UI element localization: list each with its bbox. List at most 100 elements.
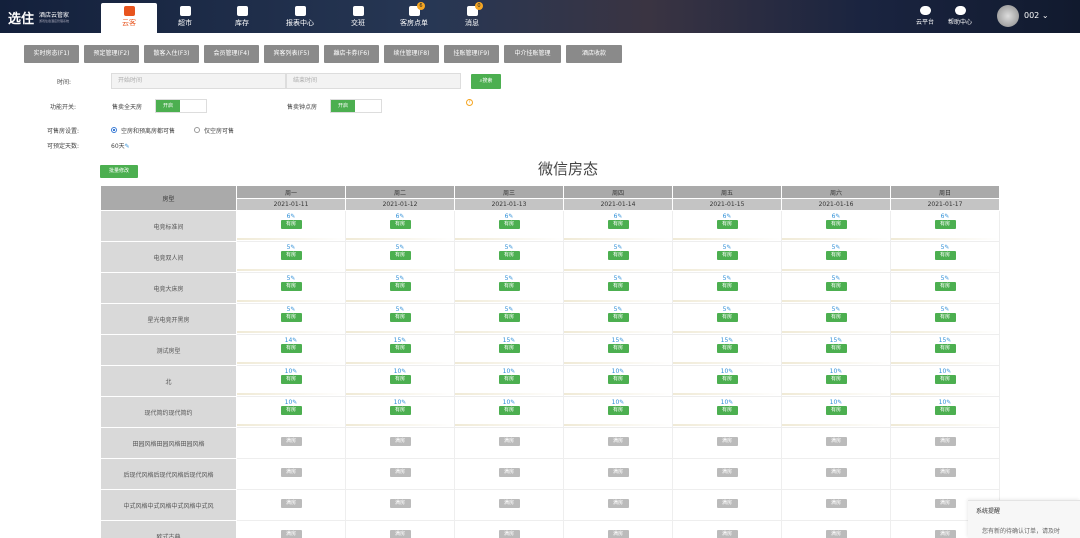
nav-room-orders[interactable]: 客房点单 6 <box>394 0 434 33</box>
start-time-input[interactable]: 开始时间 <box>111 73 286 89</box>
room-day-cell[interactable]: 15✎ 有房 <box>345 334 455 366</box>
room-day-cell[interactable]: 6✎ 有房 <box>781 210 891 242</box>
room-day-cell[interactable]: 满房 <box>454 458 564 490</box>
available-count[interactable]: 10✎ <box>455 368 563 375</box>
room-status-badge[interactable]: 有房 <box>934 344 956 353</box>
available-count[interactable]: 15✎ <box>346 337 454 344</box>
available-count[interactable]: 5✎ <box>891 275 999 282</box>
room-day-cell[interactable]: 满房 <box>345 458 455 490</box>
nav-reports[interactable]: 报表中心 <box>280 0 320 33</box>
room-status-badge[interactable]: 有房 <box>716 282 738 291</box>
room-status-badge[interactable]: 有房 <box>280 251 302 260</box>
room-status-badge[interactable]: 有房 <box>498 251 520 260</box>
room-day-cell[interactable]: 满房 <box>781 458 891 490</box>
room-day-cell[interactable]: 5✎ 有房 <box>236 303 346 335</box>
room-day-cell[interactable]: 10✎ 有房 <box>236 396 346 428</box>
room-status-badge[interactable]: 有房 <box>716 313 738 322</box>
room-status-badge[interactable]: 满房 <box>934 437 956 446</box>
available-count[interactable]: 5✎ <box>564 306 672 313</box>
room-status-badge[interactable]: 有房 <box>934 313 956 322</box>
radio-vacant-and-due-out[interactable] <box>111 127 117 133</box>
room-day-cell[interactable]: 10✎ 有房 <box>563 365 673 397</box>
room-day-cell[interactable]: 5✎ 有房 <box>454 241 564 273</box>
room-day-cell[interactable]: 15✎ 有房 <box>672 334 782 366</box>
room-status-badge[interactable]: 满房 <box>607 437 629 446</box>
available-count[interactable]: 10✎ <box>455 399 563 406</box>
room-status-badge[interactable]: 有房 <box>498 282 520 291</box>
available-count[interactable]: 5✎ <box>891 244 999 251</box>
room-day-cell[interactable]: 5✎ 有房 <box>781 303 891 335</box>
batch-edit-button[interactable]: 批量修改 <box>100 165 138 178</box>
room-day-cell[interactable]: 5✎ 有房 <box>345 241 455 273</box>
room-status-badge[interactable]: 有房 <box>607 251 629 260</box>
room-day-cell[interactable]: 5✎ 有房 <box>890 303 1000 335</box>
available-count[interactable]: 6✎ <box>564 213 672 220</box>
room-status-badge[interactable]: 有房 <box>389 220 411 229</box>
nav-supermarket[interactable]: 超市 <box>165 0 205 33</box>
room-status-badge[interactable]: 有房 <box>934 220 956 229</box>
room-status-badge[interactable]: 有房 <box>716 220 738 229</box>
room-status-badge[interactable]: 有房 <box>934 375 956 384</box>
room-status-badge[interactable]: 满房 <box>498 499 520 508</box>
room-status-badge[interactable]: 有房 <box>825 251 847 260</box>
edit-pencil-icon[interactable]: ✎ <box>125 143 130 150</box>
available-count[interactable]: 5✎ <box>564 275 672 282</box>
room-day-cell[interactable]: 6✎ 有房 <box>563 210 673 242</box>
room-day-cell[interactable]: 满房 <box>781 520 891 538</box>
room-status-badge[interactable]: 满房 <box>498 530 520 538</box>
room-status-badge[interactable]: 有房 <box>825 282 847 291</box>
room-day-cell[interactable]: 5✎ 有房 <box>454 303 564 335</box>
room-status-badge[interactable]: 有房 <box>825 220 847 229</box>
room-day-cell[interactable]: 满房 <box>345 427 455 459</box>
room-day-cell[interactable]: 6✎ 有房 <box>345 210 455 242</box>
room-status-badge[interactable]: 有房 <box>389 406 411 415</box>
available-count[interactable]: 5✎ <box>782 306 890 313</box>
room-day-cell[interactable]: 5✎ 有房 <box>563 272 673 304</box>
room-day-cell[interactable]: 15✎ 有房 <box>563 334 673 366</box>
room-status-badge[interactable]: 满房 <box>607 499 629 508</box>
available-count[interactable]: 10✎ <box>346 399 454 406</box>
room-status-badge[interactable]: 有房 <box>607 344 629 353</box>
room-day-cell[interactable]: 5✎ 有房 <box>236 241 346 273</box>
room-status-badge[interactable]: 满房 <box>389 499 411 508</box>
room-day-cell[interactable]: 满房 <box>236 489 346 521</box>
available-count[interactable]: 14✎ <box>237 337 345 344</box>
room-status-badge[interactable]: 有房 <box>498 220 520 229</box>
available-count[interactable]: 5✎ <box>346 306 454 313</box>
available-count[interactable]: 5✎ <box>455 306 563 313</box>
room-day-cell[interactable]: 5✎ 有房 <box>672 272 782 304</box>
available-count[interactable]: 15✎ <box>891 337 999 344</box>
room-day-cell[interactable]: 满房 <box>454 520 564 538</box>
room-status-badge[interactable]: 有房 <box>498 406 520 415</box>
room-day-cell[interactable]: 满房 <box>454 427 564 459</box>
available-count[interactable]: 5✎ <box>564 244 672 251</box>
room-status-badge[interactable]: 满房 <box>280 530 302 538</box>
available-count[interactable]: 10✎ <box>891 399 999 406</box>
room-day-cell[interactable]: 5✎ 有房 <box>890 272 1000 304</box>
tab-realtime-status[interactable]: 实时房态(F1) <box>24 45 79 63</box>
available-count[interactable]: 6✎ <box>782 213 890 220</box>
room-day-cell[interactable]: 10✎ 有房 <box>890 365 1000 397</box>
room-day-cell[interactable]: 10✎ 有房 <box>563 396 673 428</box>
room-status-badge[interactable]: 满房 <box>607 530 629 538</box>
room-day-cell[interactable]: 15✎ 有房 <box>454 334 564 366</box>
available-count[interactable]: 6✎ <box>237 213 345 220</box>
available-count[interactable]: 6✎ <box>673 213 781 220</box>
room-day-cell[interactable]: 满房 <box>236 520 346 538</box>
room-day-cell[interactable]: 满房 <box>781 489 891 521</box>
room-status-badge[interactable]: 有房 <box>934 406 956 415</box>
room-status-badge[interactable]: 有房 <box>825 406 847 415</box>
room-day-cell[interactable]: 10✎ 有房 <box>672 396 782 428</box>
room-status-badge[interactable]: 满房 <box>934 468 956 477</box>
room-day-cell[interactable]: 满房 <box>345 520 455 538</box>
room-status-badge[interactable]: 满房 <box>280 499 302 508</box>
room-status-badge[interactable]: 满房 <box>498 468 520 477</box>
tab-credit[interactable]: 挂账管理(F9) <box>444 45 499 63</box>
room-day-cell[interactable]: 满房 <box>454 489 564 521</box>
room-day-cell[interactable]: 5✎ 有房 <box>781 241 891 273</box>
tab-coupons[interactable]: 離店卡券(F6) <box>324 45 379 63</box>
room-day-cell[interactable]: 10✎ 有房 <box>781 396 891 428</box>
tab-hotel-payments[interactable]: 酒店收款 <box>566 45 622 63</box>
available-count[interactable]: 5✎ <box>455 244 563 251</box>
room-day-cell[interactable]: 5✎ 有房 <box>345 272 455 304</box>
